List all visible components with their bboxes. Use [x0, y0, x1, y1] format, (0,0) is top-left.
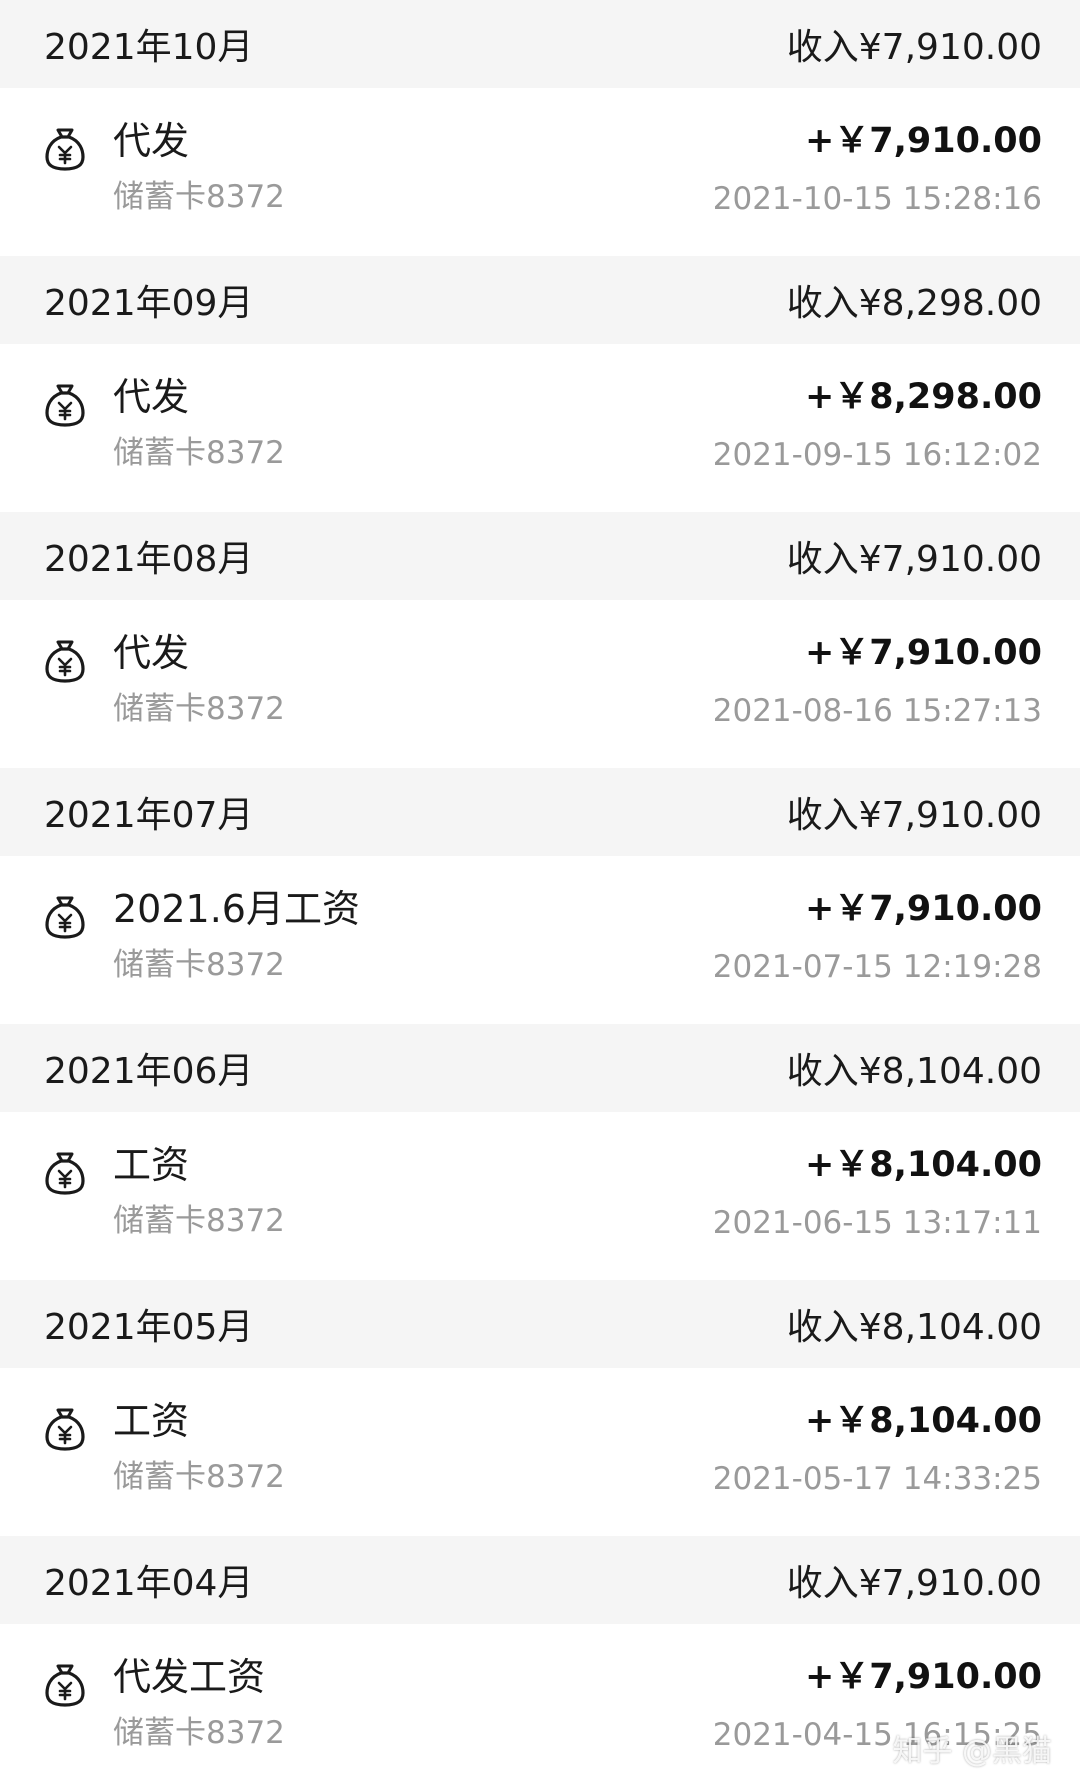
- month-title: 2021年04月: [44, 1563, 254, 1604]
- transaction-name: 代发工资: [113, 1655, 266, 1699]
- month-title: 2021年06月: [44, 1051, 254, 1092]
- month-title: 2021年05月: [44, 1307, 254, 1348]
- month-header: 2021年09月 收入¥8,298.00: [0, 256, 1080, 344]
- transaction-amount: +￥8,104.00: [804, 1145, 1042, 1185]
- month-income-total: 收入¥7,910.00: [786, 27, 1042, 68]
- transaction-amount: +￥7,910.00: [804, 633, 1042, 673]
- transaction-name: 工资: [113, 1143, 190, 1187]
- month-header: 2021年07月 收入¥7,910.00: [0, 768, 1080, 856]
- month-income-total: 收入¥8,104.00: [786, 1051, 1042, 1092]
- month-title: 2021年08月: [44, 539, 254, 580]
- watermark: 知乎 @黑猫: [892, 1734, 1052, 1769]
- money-bag-icon: [44, 894, 86, 940]
- transaction-row[interactable]: 2021.6月工资储蓄卡8372 +￥7,910.00 2021-07-15 12:…: [0, 856, 1080, 1024]
- transaction-list[interactable]: 2021年10月 收入¥7,910.00 代发 储蓄卡8372 +￥7,910.00 20…: [0, 0, 1080, 1785]
- month-header: 2021年10月 收入¥7,910.00: [0, 0, 1080, 88]
- transaction-name: 代发: [113, 631, 190, 675]
- transaction-amount: +￥7,910.00: [804, 121, 1042, 161]
- month-header: 2021年06月 收入¥8,104.00: [0, 1024, 1080, 1112]
- money-bag-icon: [44, 1150, 86, 1196]
- money-bag-icon: [44, 1662, 86, 1708]
- transaction-row[interactable]: 工资储蓄卡8372 +￥8,104.00 2021-05-17 14:33:25: [0, 1368, 1080, 1536]
- transaction-name: 代发: [113, 375, 190, 419]
- month-title: 2021年07月: [44, 795, 254, 836]
- transaction-name: 代发: [113, 119, 190, 163]
- account-label: 储蓄卡8372: [113, 691, 285, 727]
- money-bag-icon: [44, 1406, 86, 1452]
- transaction-row[interactable]: 代发储蓄卡8372 +￥7,910.00 2021-10-15 15:28:16: [0, 88, 1080, 256]
- money-bag-icon: [44, 382, 86, 428]
- month-income-total: 收入¥7,910.00: [786, 1563, 1042, 1604]
- transaction-amount: +￥8,104.00: [804, 1401, 1042, 1441]
- transaction-time: 2021-05-17 14:33:25: [712, 1461, 1042, 1497]
- account-label: 储蓄卡8372: [113, 1459, 285, 1495]
- month-header: 2021年04月 收入¥7,910.00: [0, 1536, 1080, 1624]
- month-title: 2021年09月: [44, 283, 254, 324]
- transaction-time: 2021-08-16 15:27:13: [712, 693, 1042, 729]
- month-income-total: 收入¥8,104.00: [786, 1307, 1042, 1348]
- month-income-total: 收入¥7,910.00: [786, 539, 1042, 580]
- transaction-amount: +￥7,910.00: [804, 1657, 1042, 1697]
- transaction-name: 2021.6月工资: [113, 887, 360, 931]
- account-label: 储蓄卡8372: [113, 947, 285, 983]
- month-header: 2021年05月 收入¥8,104.00: [0, 1280, 1080, 1368]
- transaction-row[interactable]: 工资储蓄卡8372 +￥8,104.00 2021-06-15 13:17:11: [0, 1112, 1080, 1280]
- month-income-total: 收入¥8,298.00: [786, 283, 1042, 324]
- month-title: 2021年10月: [44, 27, 254, 68]
- transaction-time: 2021-09-15 16:12:02: [712, 437, 1042, 473]
- transaction-name: 工资: [113, 1399, 190, 1443]
- account-label: 储蓄卡8372: [113, 179, 285, 215]
- account-label: 储蓄卡8372: [113, 1715, 285, 1751]
- transaction-amount: +￥8,298.00: [804, 377, 1042, 417]
- month-header: 2021年08月 收入¥7,910.00: [0, 512, 1080, 600]
- money-bag-icon: [44, 638, 86, 684]
- transaction-row[interactable]: 代发储蓄卡8372 +￥8,298.00 2021-09-15 16:12:02: [0, 344, 1080, 512]
- account-label: 储蓄卡8372: [113, 1203, 285, 1239]
- transaction-time: 2021-07-15 12:19:28: [712, 949, 1042, 985]
- account-label: 储蓄卡8372: [113, 435, 285, 471]
- transaction-amount: +￥7,910.00: [804, 889, 1042, 929]
- transaction-time: 2021-10-15 15:28:16: [712, 181, 1042, 217]
- transaction-time: 2021-06-15 13:17:11: [712, 1205, 1042, 1241]
- month-income-total: 收入¥7,910.00: [786, 795, 1042, 836]
- money-bag-icon: [44, 126, 86, 172]
- transaction-row[interactable]: 代发储蓄卡8372 +￥7,910.00 2021-08-16 15:27:13: [0, 600, 1080, 768]
